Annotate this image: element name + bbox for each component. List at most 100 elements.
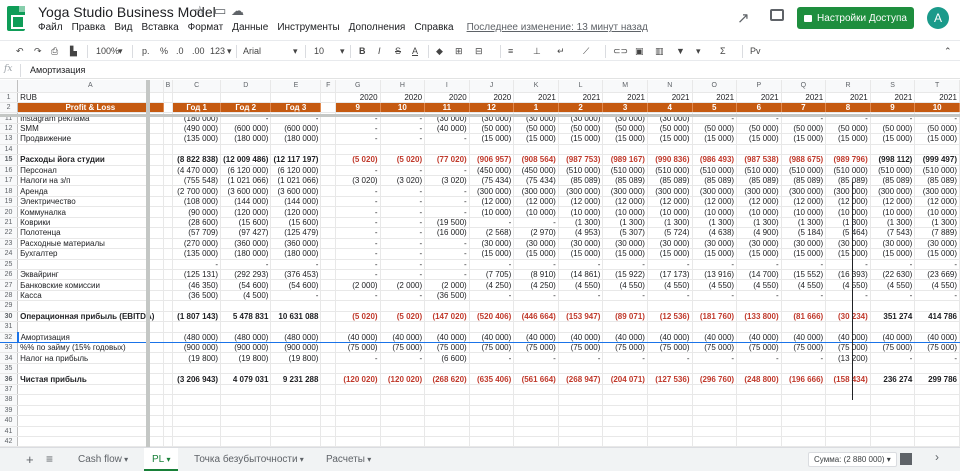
cell[interactable]: - <box>172 259 222 270</box>
cell[interactable]: (5 724) <box>647 227 693 239</box>
cell[interactable] <box>870 321 916 333</box>
cell[interactable] <box>424 394 470 406</box>
cell[interactable] <box>870 394 916 406</box>
cell[interactable]: (2 568) <box>469 227 515 239</box>
cell[interactable] <box>692 363 738 375</box>
cell[interactable]: (15 600) <box>270 217 322 229</box>
cell[interactable] <box>602 405 648 417</box>
row-label-cell[interactable]: Полотенца <box>17 227 164 239</box>
cell[interactable]: 351 274 <box>870 311 916 323</box>
cell[interactable]: (5 020) <box>380 154 426 166</box>
cell[interactable]: (36 500) <box>172 290 222 302</box>
row-label-cell[interactable]: Продвижение <box>17 133 164 145</box>
cell[interactable]: (40 000) <box>825 331 871 344</box>
cell[interactable] <box>163 436 174 447</box>
cell[interactable] <box>163 133 174 145</box>
cell[interactable]: (125 131) <box>172 269 222 281</box>
cell[interactable] <box>380 405 426 417</box>
cell[interactable] <box>270 405 322 417</box>
cell[interactable]: 9 231 288 <box>270 373 322 385</box>
cell[interactable]: (158 434) <box>825 373 871 385</box>
cell[interactable]: (8 822 838) <box>172 154 222 166</box>
cell[interactable]: (4 550) <box>647 279 693 291</box>
cell[interactable]: (4 550) <box>781 279 827 291</box>
cell[interactable] <box>647 321 693 333</box>
cell[interactable] <box>647 144 693 156</box>
cell[interactable]: (50 000) <box>513 123 559 135</box>
cell[interactable]: (85 089) <box>736 175 782 187</box>
cell[interactable] <box>270 363 322 375</box>
cell[interactable]: (30 000) <box>602 238 648 250</box>
row-number[interactable]: 36 <box>0 373 19 385</box>
cell[interactable] <box>320 415 336 427</box>
cell[interactable]: (15 000) <box>602 248 648 260</box>
cell[interactable] <box>647 384 693 396</box>
cell[interactable]: - <box>781 259 827 270</box>
cell[interactable]: 2021 <box>692 92 738 103</box>
cell[interactable]: 2021 <box>870 92 916 103</box>
cell[interactable]: (85 089) <box>558 175 604 187</box>
cell[interactable]: (6 600) <box>424 352 470 364</box>
cell[interactable]: (13 200) <box>825 352 871 364</box>
cell[interactable]: (81 666) <box>781 311 827 323</box>
cell[interactable] <box>602 300 648 312</box>
cell[interactable]: - <box>781 290 827 302</box>
cell[interactable]: (144 000) <box>220 196 272 208</box>
cell[interactable]: (15 000) <box>602 133 648 145</box>
menu-item[interactable]: Формат <box>188 22 224 33</box>
cell[interactable]: - <box>424 259 470 270</box>
cell[interactable]: (40 000) <box>469 331 515 344</box>
cell[interactable] <box>692 405 738 417</box>
cell[interactable] <box>825 426 871 437</box>
cell[interactable]: (120 000) <box>270 206 322 218</box>
cell[interactable] <box>558 384 604 396</box>
cell[interactable]: (50 000) <box>781 123 827 135</box>
row-label-cell[interactable]: Амортизация <box>16 331 164 344</box>
cell[interactable]: (5 184) <box>781 227 827 239</box>
row-number[interactable]: 2 <box>0 102 19 114</box>
cell[interactable]: (77 020) <box>424 154 470 166</box>
column-header[interactable]: O <box>692 80 738 93</box>
cell[interactable]: (15 000) <box>825 133 871 145</box>
cell[interactable] <box>320 269 336 281</box>
cell[interactable]: (480 000) <box>270 331 322 344</box>
cell[interactable]: (75 000) <box>558 342 604 354</box>
cell[interactable]: - <box>469 352 515 364</box>
cell[interactable] <box>781 321 827 333</box>
cell[interactable]: (30 000) <box>513 238 559 250</box>
avatar[interactable]: A <box>927 7 949 29</box>
cell[interactable]: (50 000) <box>602 123 648 135</box>
cell[interactable]: (600 000) <box>220 123 272 135</box>
cell[interactable] <box>558 436 604 447</box>
cell[interactable]: (446 664) <box>513 311 559 323</box>
cell[interactable]: (360 000) <box>270 238 322 250</box>
cell[interactable]: (510 000) <box>870 165 916 177</box>
cell[interactable]: (1 300) <box>647 217 693 229</box>
cell[interactable] <box>335 394 381 406</box>
cell[interactable] <box>320 259 336 270</box>
cell[interactable]: (180 000) <box>270 133 322 145</box>
cell[interactable] <box>172 144 222 156</box>
cell[interactable] <box>914 436 960 447</box>
input-tools-button[interactable]: Рv <box>750 44 761 58</box>
cell[interactable]: - <box>380 352 426 364</box>
cell[interactable]: (85 089) <box>870 175 916 187</box>
cell[interactable]: (1 300) <box>602 217 648 229</box>
cell[interactable] <box>163 342 174 354</box>
cell[interactable]: (12 000) <box>914 196 960 208</box>
cell[interactable]: (75 000) <box>513 342 559 354</box>
cell[interactable]: 2021 <box>914 92 960 103</box>
cell[interactable]: (15 000) <box>736 248 782 260</box>
row-number[interactable]: 19 <box>0 196 19 208</box>
cell[interactable] <box>163 415 174 427</box>
cell[interactable]: 2021 <box>647 92 693 103</box>
cell[interactable] <box>320 102 336 114</box>
cell[interactable]: (85 089) <box>647 175 693 187</box>
column-header[interactable]: Q <box>781 80 827 93</box>
cell[interactable] <box>163 373 174 385</box>
cell[interactable]: 2021 <box>513 92 559 103</box>
cell[interactable]: (15 000) <box>781 248 827 260</box>
cell[interactable]: (10 000) <box>914 206 960 218</box>
row-number[interactable]: 41 <box>0 426 19 437</box>
cell[interactable]: (10 000) <box>870 206 916 218</box>
